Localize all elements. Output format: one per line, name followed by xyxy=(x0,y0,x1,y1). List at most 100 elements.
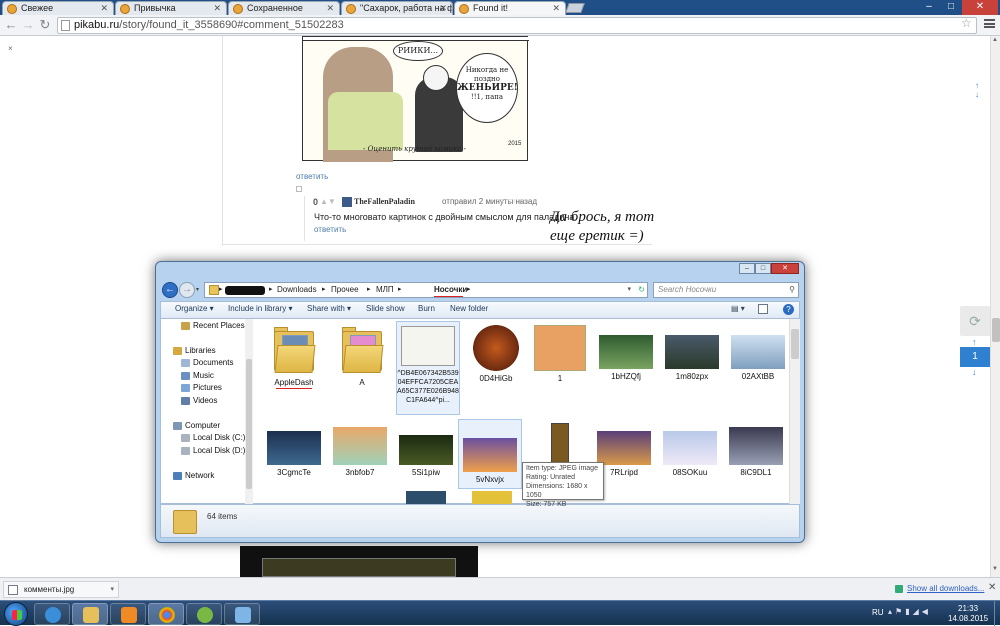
slide-show-button[interactable]: Slide show xyxy=(366,304,405,313)
nav-scrollbar[interactable] xyxy=(245,319,253,505)
explorer-address-bar[interactable]: ▸ ▸ Downloads ▸ Прочее ▸ МЛП ▸ Носочки ▸… xyxy=(204,282,648,298)
file-item[interactable]: 02AXtBB xyxy=(726,335,786,381)
back-arrow-icon[interactable]: ← xyxy=(3,17,19,33)
nav-documents[interactable]: Documents xyxy=(181,358,233,367)
organize-button[interactable]: Organize ▾ xyxy=(175,304,214,313)
file-item-hovered[interactable]: 5vNxvjx xyxy=(458,419,522,489)
address-bar[interactable]: pikabu.ru/story/found_it_3558690#comment… xyxy=(57,17,977,34)
file-item-selected[interactable]: ^DB4E067342B53904EFFCA7205CEAA65C377E026… xyxy=(396,321,460,415)
scroll-thumb[interactable] xyxy=(791,329,799,359)
close-tab-icon[interactable]: ✕ xyxy=(213,2,221,15)
image-thumbnail[interactable] xyxy=(472,491,512,505)
view-options-icon[interactable]: ▤ ▾ xyxy=(731,304,745,313)
comment-page-number[interactable]: 1 xyxy=(960,347,990,367)
close-tab-icon[interactable]: ✕ xyxy=(100,2,108,15)
burn-button[interactable]: Burn xyxy=(418,304,435,313)
taskbar-app[interactable] xyxy=(224,603,260,625)
show-desktop-button[interactable] xyxy=(994,601,1000,626)
collapse-icon[interactable]: × xyxy=(8,44,13,53)
chevron-down-icon[interactable]: ▾ xyxy=(110,582,114,597)
history-dropdown-icon[interactable]: ▾ xyxy=(196,286,199,293)
taskbar-chrome[interactable] xyxy=(148,603,184,625)
scroll-arrows-icon[interactable]: ↑ ↓ xyxy=(975,81,979,99)
collapse-toggle-icon[interactable] xyxy=(296,186,302,192)
clock[interactable]: 21:33 14.08.2015 xyxy=(948,604,988,624)
nav-local-disk-d[interactable]: Local Disk (D:) xyxy=(181,446,245,455)
explorer-back-icon[interactable]: ← xyxy=(162,282,178,298)
taskbar-media-player[interactable] xyxy=(110,603,146,625)
maximize-button[interactable]: □ xyxy=(940,0,962,15)
breadcrumb-downloads[interactable]: Downloads xyxy=(277,283,317,297)
download-item[interactable]: комменты.jpg ▾ xyxy=(3,581,119,598)
taskbar-utorrent[interactable] xyxy=(186,603,222,625)
tray-icons[interactable]: ▴⚑▮◢◀ xyxy=(888,607,931,616)
forward-arrow-icon[interactable]: → xyxy=(20,17,36,33)
close-tab-icon[interactable]: ✕ xyxy=(552,2,560,15)
refresh-icon[interactable]: ↻ xyxy=(638,283,645,297)
file-item[interactable]: 3CgmcTe xyxy=(262,431,326,477)
file-item[interactable]: AppleDash xyxy=(262,325,326,389)
file-item[interactable]: 1bHZQfj xyxy=(594,335,658,381)
close-tab-icon[interactable]: ✕ xyxy=(326,2,334,15)
start-button[interactable] xyxy=(4,602,28,626)
file-item[interactable]: 8iC9DL1 xyxy=(724,427,786,477)
explorer-forward-icon[interactable]: → xyxy=(179,282,195,298)
nav-network[interactable]: Network xyxy=(173,471,214,480)
file-item[interactable]: 0D4HiGb xyxy=(464,325,528,383)
file-item[interactable]: 1 xyxy=(528,325,592,383)
file-grid-scrollbar[interactable] xyxy=(789,319,800,505)
explorer-close-button[interactable]: ✕ xyxy=(771,263,799,274)
page-scrollbar[interactable]: ▲ ▼ xyxy=(990,36,1000,577)
vote-arrows-icon[interactable]: ▲▼ xyxy=(320,197,336,206)
file-item[interactable]: A xyxy=(330,325,394,387)
explorer-search-input[interactable]: Search Носочки ⚲ xyxy=(653,282,799,298)
reply-link[interactable]: ответить xyxy=(314,225,346,234)
nav-music[interactable]: Music xyxy=(181,371,214,380)
language-indicator[interactable]: RU xyxy=(872,608,884,617)
menu-icon[interactable] xyxy=(984,19,995,28)
refresh-comments-button[interactable]: ⟳ xyxy=(960,306,990,336)
breadcrumb-nosochki[interactable]: Носочки xyxy=(434,283,467,297)
reload-icon[interactable]: ↻ xyxy=(37,17,53,33)
new-tab-button[interactable] xyxy=(565,3,585,13)
minimize-button[interactable]: – xyxy=(918,0,940,15)
preview-pane-icon[interactable] xyxy=(758,304,768,314)
scroll-down-icon[interactable]: ▼ xyxy=(992,566,998,572)
close-icon[interactable]: ✕ xyxy=(988,582,996,593)
arrow-down-icon[interactable]: ↓ xyxy=(972,367,977,377)
explorer-minimize-button[interactable]: – xyxy=(739,263,755,274)
file-item[interactable]: 5Si1piw xyxy=(394,435,458,477)
file-item[interactable]: 3nbfob7 xyxy=(328,427,392,477)
address-dropdown-icon[interactable]: ▾ xyxy=(627,283,631,297)
image-thumbnail[interactable] xyxy=(406,491,446,505)
nav-local-disk-c[interactable]: Local Disk (C:) xyxy=(181,433,245,442)
scroll-up-icon[interactable]: ▲ xyxy=(992,37,998,43)
comment-actions-icon[interactable]: ▭▭▭ xyxy=(496,196,531,205)
close-window-button[interactable]: ✕ xyxy=(962,0,998,15)
nav-pictures[interactable]: Pictures xyxy=(181,383,222,392)
scroll-thumb[interactable] xyxy=(992,318,1000,342)
include-in-library-button[interactable]: Include in library ▾ xyxy=(228,304,293,313)
taskbar-explorer[interactable] xyxy=(72,603,108,625)
show-all-downloads-link[interactable]: Show all downloads... xyxy=(895,584,984,593)
breadcrumb-prochee[interactable]: Прочее xyxy=(331,283,359,297)
file-item[interactable]: 08SOKuu xyxy=(658,431,722,477)
help-icon[interactable]: ? xyxy=(783,304,794,315)
avatar[interactable] xyxy=(342,197,352,207)
share-with-button[interactable]: Share with ▾ xyxy=(307,304,351,313)
nav-recent-places[interactable]: Recent Places xyxy=(181,321,245,330)
file-item[interactable]: 1m80zpx xyxy=(660,335,724,381)
tab-sakharok[interactable]: "Сахарок, работа на фер✕ xyxy=(341,1,453,16)
nav-videos[interactable]: Videos xyxy=(181,396,217,405)
tab-found-it[interactable]: Found it! ✕ xyxy=(454,1,566,16)
bookmark-star-icon[interactable]: ☆ xyxy=(961,16,972,30)
arrow-up-icon[interactable]: ↑ xyxy=(972,337,977,347)
nav-computer[interactable]: Computer xyxy=(173,421,220,430)
reply-link[interactable]: ответить xyxy=(296,172,328,181)
taskbar-ie[interactable] xyxy=(34,603,70,625)
tab-svezhee[interactable]: Свежее ✕ xyxy=(2,1,114,16)
close-tab-icon[interactable]: ✕ xyxy=(439,2,447,15)
breadcrumb-mlp[interactable]: МЛП xyxy=(376,283,394,297)
explorer-maximize-button[interactable]: □ xyxy=(755,263,771,274)
scroll-thumb[interactable] xyxy=(246,359,252,489)
